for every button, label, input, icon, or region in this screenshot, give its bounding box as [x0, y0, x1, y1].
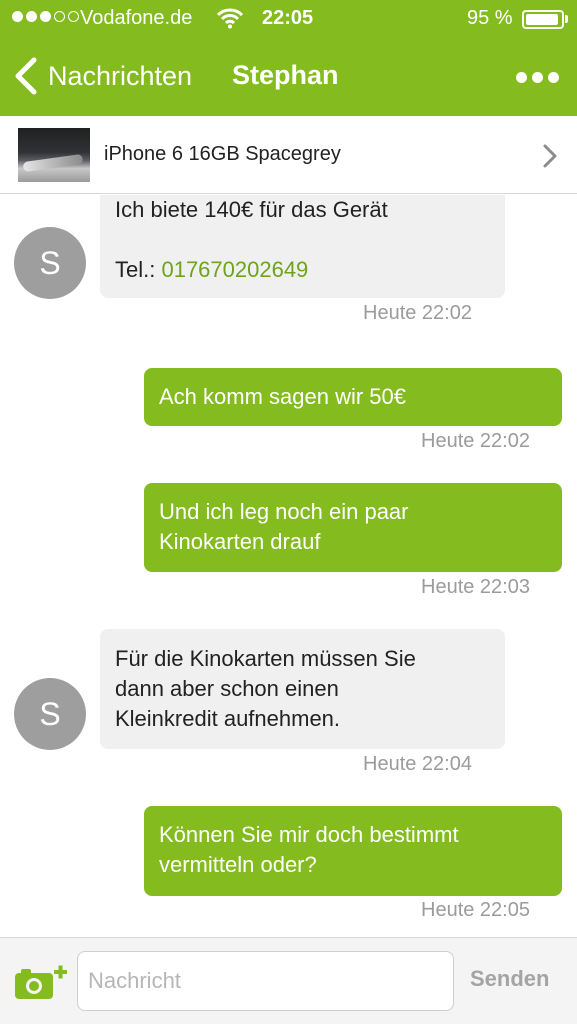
message-timestamp: Heute 22:02 — [363, 302, 472, 324]
battery-icon — [522, 10, 564, 29]
signal-strength-icon — [12, 11, 79, 22]
message-timestamp: Heute 22:03 — [421, 576, 530, 598]
battery-nub — [565, 15, 568, 23]
message-list: S Ich biete 140€ für das Gerät Tel.: 017… — [0, 195, 577, 937]
signal-dot — [54, 11, 65, 22]
message-text: Tel.: 017670202649 — [115, 255, 490, 285]
back-button[interactable]: Nachrichten — [12, 54, 192, 98]
back-label: Nachrichten — [48, 60, 193, 91]
message-input[interactable] — [77, 951, 454, 1011]
avatar-initial: S — [39, 695, 61, 732]
message-text: dann aber schon einen — [115, 676, 339, 701]
avatar-initial: S — [39, 244, 61, 281]
message-bubble-outgoing: Und ich leg noch ein paar Kinokarten dra… — [144, 483, 562, 572]
message-bubble-incoming: Ich biete 140€ für das Gerät Tel.: 01767… — [100, 195, 505, 298]
message-bubble-outgoing: Können Sie mir doch bestimmt vermitteln … — [144, 806, 562, 896]
message-text: Ach komm sagen wir 50€ — [159, 384, 406, 409]
clock: 22:05 — [262, 7, 314, 29]
more-dots-icon[interactable] — [516, 72, 560, 86]
message-text: Kinokarten drauf — [159, 529, 321, 554]
message-input-bar: Senden — [0, 937, 577, 1024]
more-dot — [532, 72, 543, 83]
message-timestamp: Heute 22:05 — [421, 899, 530, 921]
message-text: vermitteln oder? — [159, 852, 317, 877]
page-title: Stephan — [232, 60, 339, 90]
chevron-right-icon — [543, 144, 557, 168]
message-bubble-outgoing: Ach komm sagen wir 50€ — [144, 368, 562, 426]
carrier-name: Vodafone.de — [80, 7, 193, 29]
signal-dot — [12, 11, 23, 22]
status-bar: Vodafone.de 22:05 95 % — [0, 0, 577, 40]
message-timestamp: Heute 22:04 — [363, 753, 472, 775]
back-chevron-icon — [15, 57, 37, 95]
signal-dot — [40, 11, 51, 22]
battery-percent: 95 % — [467, 7, 513, 29]
message-text: Können Sie mir doch bestimmt — [159, 822, 459, 847]
camera-add-icon[interactable] — [14, 964, 68, 1000]
message-text: Ich biete 140€ für das Gerät — [115, 197, 388, 222]
message-text: Und ich leg noch ein paar — [159, 499, 409, 524]
signal-dot — [26, 11, 37, 22]
phone-number-link[interactable]: 017670202649 — [161, 257, 308, 282]
send-button[interactable]: Senden — [470, 966, 549, 992]
nav-bar: Nachrichten Stephan — [0, 50, 577, 106]
wifi-icon — [217, 8, 243, 29]
message-timestamp: Heute 22:02 — [421, 430, 530, 452]
more-dot — [548, 72, 559, 83]
listing-thumbnail — [18, 128, 90, 182]
avatar: S — [14, 678, 86, 750]
more-dot — [516, 72, 527, 83]
message-text: Kleinkredit aufnehmen. — [115, 706, 341, 731]
tel-label: Tel.: — [115, 257, 162, 282]
avatar: S — [14, 227, 86, 299]
message-bubble-incoming: Für die Kinokarten müssen Sie dann aber … — [100, 629, 505, 749]
listing-title: iPhone 6 16GB Spacegrey — [104, 143, 341, 165]
signal-dot — [68, 11, 79, 22]
battery-fill — [526, 14, 559, 25]
listing-row[interactable]: iPhone 6 16GB Spacegrey — [0, 116, 577, 194]
app-header: Vodafone.de 22:05 95 % Nachrichten Steph… — [0, 0, 577, 116]
message-text: Für die Kinokarten müssen Sie — [115, 646, 416, 671]
